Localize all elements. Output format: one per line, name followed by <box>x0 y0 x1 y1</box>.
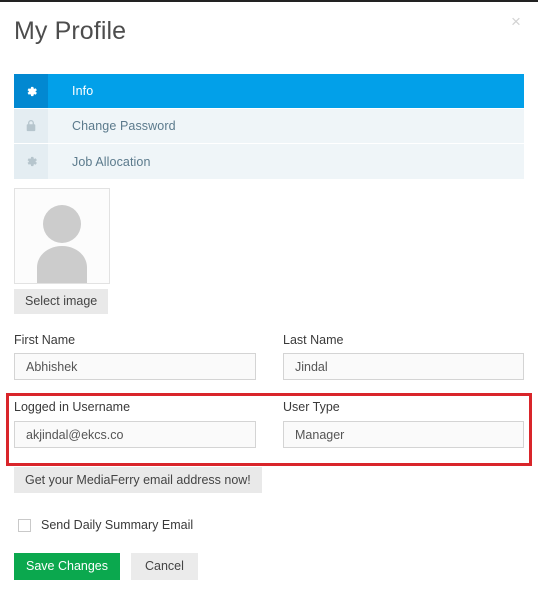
page-title: My Profile <box>14 17 127 45</box>
profile-tab-list: Info Change Password Job Allocation <box>14 74 524 179</box>
tab-job-allocation-label: Job Allocation <box>72 154 151 169</box>
first-name-input[interactable] <box>14 353 256 380</box>
logged-in-username-input[interactable] <box>14 421 256 448</box>
save-changes-button[interactable]: Save Changes <box>14 553 121 580</box>
last-name-label: Last Name <box>283 333 344 347</box>
modal-header: My Profile × <box>0 2 538 60</box>
close-icon[interactable]: × <box>507 13 525 31</box>
user-type-label: User Type <box>283 400 340 414</box>
avatar <box>14 188 110 284</box>
daily-summary-label: Send Daily Summary Email <box>41 518 194 532</box>
tab-change-password-label: Change Password <box>72 119 176 133</box>
daily-summary-checkbox[interactable] <box>18 518 31 532</box>
user-placeholder-icon <box>37 205 87 283</box>
last-name-input[interactable] <box>283 353 524 380</box>
get-mediaferry-email-button[interactable]: Get your MediaFerry email address now! <box>14 467 262 493</box>
gear-icon <box>14 144 48 179</box>
lock-icon <box>14 109 48 143</box>
user-type-input[interactable] <box>283 421 524 448</box>
select-image-button[interactable]: Select image <box>14 289 109 314</box>
tab-info-label: Info <box>72 84 94 98</box>
tab-change-password[interactable]: Change Password <box>14 109 524 144</box>
tab-info[interactable]: Info <box>14 74 524 109</box>
first-name-label: First Name <box>14 333 76 347</box>
logged-in-username-label: Logged in Username <box>14 400 131 414</box>
gear-icon <box>14 74 48 108</box>
cancel-button[interactable]: Cancel <box>131 553 198 580</box>
daily-summary-checkbox-row[interactable]: Send Daily Summary Email <box>18 518 193 532</box>
tab-job-allocation[interactable]: Job Allocation <box>14 144 524 179</box>
